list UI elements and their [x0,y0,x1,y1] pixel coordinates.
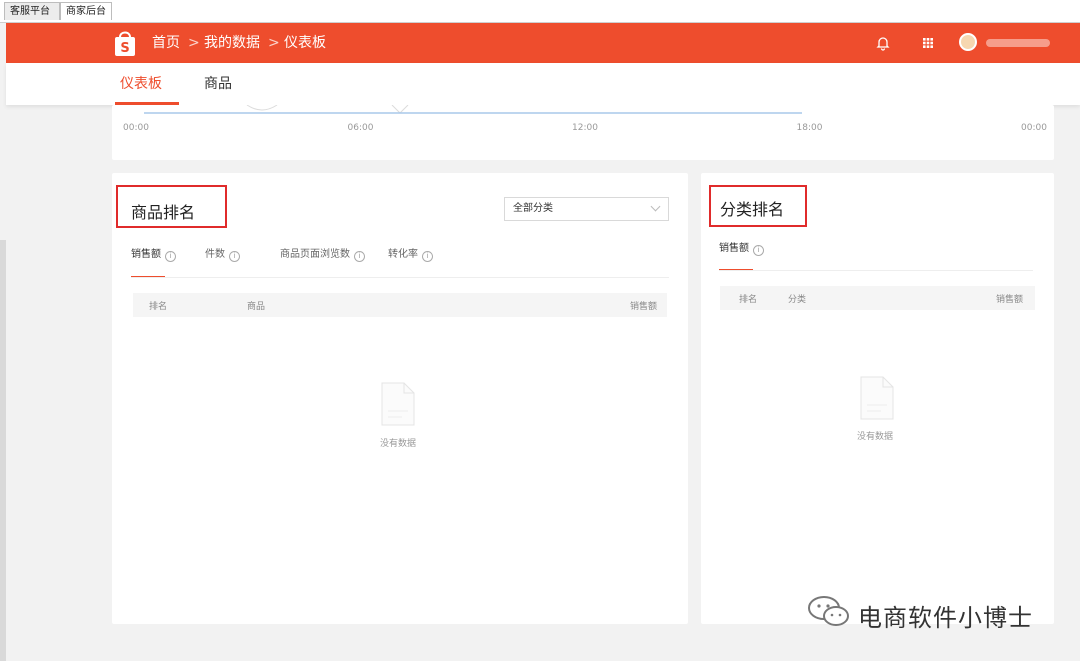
category-ranking-title: 分类排名 [720,200,785,219]
info-icon[interactable]: i [422,251,433,262]
info-icon[interactable]: i [165,251,176,262]
browser-tab-customer-service[interactable]: 客服平台 [4,2,60,20]
top-header: S 首页 > 我的数据 > 仪表板 [6,23,1080,63]
info-icon[interactable]: i [753,245,764,256]
empty-data-text: 没有数据 [857,432,894,442]
user-avatar[interactable] [959,33,977,51]
wechat-icon [808,596,849,626]
apps-grid-icon[interactable] [920,35,936,51]
x-axis-tick-label: 06:00 [347,123,374,133]
x-axis-tick-label: 00:00 [123,123,149,133]
info-icon[interactable]: i [229,251,240,262]
category-select[interactable]: 全部分类 [504,197,669,221]
tab-dashboard[interactable]: 仪表板 [120,75,162,93]
category-ranking-panel: 分类排名 销售额 i 排名 分类 销售额 没有数据 [701,173,1054,624]
metric-tab-sales[interactable]: 销售额 i [131,247,176,263]
svg-text:S: S [120,41,129,56]
column-sales: 销售额 [629,302,657,312]
empty-data-icon [860,376,894,420]
product-table-header: 排名 商品 销售额 [133,293,667,317]
chart-tooltip-curve [246,105,278,111]
breadcrumb-dashboard: 仪表板 [284,35,326,51]
category-table-header: 排名 分类 销售额 [720,286,1035,310]
breadcrumb-home[interactable]: 首页 [152,35,180,51]
x-axis-tick-label: 18:00 [796,123,823,133]
tabs-divider [131,277,669,278]
empty-data-icon [381,382,415,426]
metric-tab-units[interactable]: 件数 i [205,247,240,263]
chart-tooltip-marker [391,105,409,114]
bell-icon[interactable] [875,35,891,51]
watermark-text: 电商软件小博士 [858,604,1033,632]
category-select-value: 全部分类 [513,203,553,214]
product-metric-tabs: 销售额 i 件数 i 商品页面浏览数 i 转化率 i [131,247,671,277]
trend-chart-card: 00:00 06:00 12:00 18:00 00:00 [112,105,1054,160]
browser-tab-strip: 客服平台 商家后台 [0,0,1080,23]
metric-tab-conversion[interactable]: 转化率 i [388,247,433,263]
tabs-divider [719,270,1033,271]
product-ranking-panel: 商品排名 全部分类 销售额 i 件数 i 商品页面浏览数 i 转化率 i 排名 商品 销… [112,173,688,624]
chevron-down-icon [650,201,661,212]
breadcrumb-separator: > [188,35,200,51]
metric-tab-page-views[interactable]: 商品页面浏览数 i [280,247,365,263]
x-axis-tick-label: 00:00 [1021,123,1047,133]
category-metric-tabs: 销售额 i [719,241,1039,271]
empty-data-text: 没有数据 [380,439,417,449]
username-blurred[interactable] [986,39,1050,47]
column-rank: 排名 [149,302,168,312]
info-icon[interactable]: i [354,251,365,262]
x-axis-tick-label: 12:00 [572,123,598,133]
metric-tab-sales[interactable]: 销售额 i [719,241,764,257]
tab-products[interactable]: 商品 [204,75,232,93]
column-category: 分类 [788,295,807,305]
breadcrumb-separator: > [268,35,280,51]
browser-tab-seller-center[interactable]: 商家后台 [60,2,112,20]
column-rank: 排名 [739,295,758,305]
column-sales: 销售额 [995,295,1023,305]
shopee-logo-icon[interactable]: S [113,29,137,57]
left-scroll-edge [0,240,6,661]
product-ranking-title: 商品排名 [131,203,196,222]
breadcrumb-my-data[interactable]: 我的数据 [204,35,260,51]
sub-navigation: 仪表板 商品 [6,63,1080,105]
column-product: 商品 [247,302,266,312]
